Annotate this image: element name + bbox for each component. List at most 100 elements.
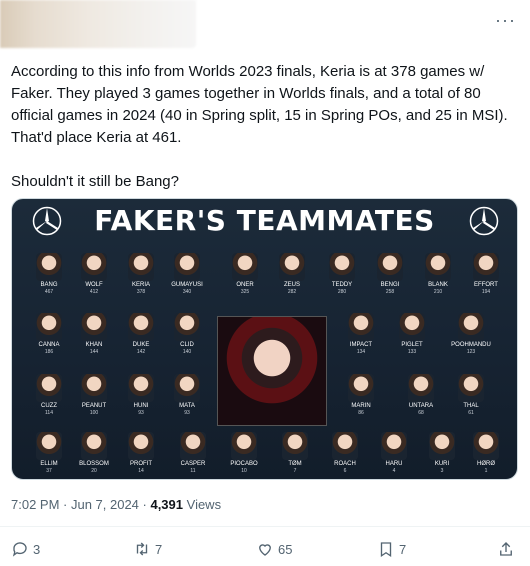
player-avatar — [473, 432, 499, 460]
player-card: BENGI 258 — [367, 253, 413, 295]
player-card: HUNI 93 — [118, 374, 164, 416]
player-avatar — [279, 253, 305, 281]
player-name: MARIN — [351, 403, 371, 409]
bookmark-button[interactable]: 7 — [377, 540, 406, 558]
bookmark-icon — [380, 542, 392, 558]
player-card: ELLIM 37 — [26, 432, 72, 474]
player-card: PIGLET 133 — [389, 313, 435, 355]
player-name: CANNA — [38, 342, 60, 348]
player-name: WOLF — [85, 282, 103, 288]
faker-photo — [217, 316, 327, 426]
player-card: THAL 61 — [448, 374, 494, 416]
reply-count: 3 — [33, 541, 41, 557]
player-name: IMPACT — [349, 342, 373, 348]
media-title: FAKER'S TEAMMATES — [94, 204, 435, 237]
player-avatar — [332, 432, 358, 460]
share-icon — [500, 542, 512, 556]
player-avatar — [381, 432, 407, 460]
player-card: BLANK 210 — [415, 253, 461, 295]
player-game-count: 194 — [481, 289, 491, 295]
player-card: DUKE 142 — [118, 313, 164, 355]
player-game-count: 123 — [466, 349, 476, 355]
player-name: HARU — [385, 461, 403, 467]
player-card: KHAN 144 — [71, 313, 117, 355]
author-blurred[interactable] — [0, 0, 196, 48]
player-game-count: 210 — [433, 289, 443, 295]
player-name: DUKE — [132, 342, 150, 348]
player-game-count: 37 — [46, 468, 52, 474]
player-name: TEDDY — [331, 282, 353, 288]
player-game-count: 4 — [392, 468, 396, 474]
player-card: EFFORT 194 — [463, 253, 509, 295]
bookmark-count: 7 — [399, 541, 407, 557]
player-card: PEANUT 100 — [71, 374, 117, 416]
player-name: PEANUT — [81, 403, 107, 409]
like-count: 65 — [278, 541, 293, 557]
player-card: MATA 93 — [164, 374, 210, 416]
player-card: CASPER 11 — [170, 432, 216, 474]
timestamp-text[interactable]: 7:02 PM · Jun 7, 2024 · — [11, 497, 150, 512]
player-name: CASPER — [180, 461, 206, 467]
player-avatar — [348, 313, 374, 341]
player-game-count: 280 — [337, 289, 347, 295]
player-game-count: 140 — [182, 349, 192, 355]
player-game-count: 1 — [484, 468, 488, 474]
player-game-count: 68 — [418, 410, 424, 416]
player-avatar — [81, 253, 107, 281]
player-name: BLOSSOM — [79, 461, 109, 467]
player-avatar — [36, 432, 62, 460]
player-game-count: 10 — [241, 468, 247, 474]
tweet-timestamp[interactable]: 7:02 PM · Jun 7, 2024 · 4,391 Views — [11, 497, 221, 512]
player-name: ELLIM — [40, 461, 58, 467]
more-icon[interactable]: ··· — [495, 10, 516, 31]
player-card: UNTARA 68 — [398, 374, 444, 416]
player-card: IMPACT 134 — [338, 313, 384, 355]
player-name: PROFIT — [130, 461, 152, 467]
player-game-count: 258 — [385, 289, 395, 295]
player-card: ZEUS 282 — [269, 253, 315, 295]
player-name: ROACH — [334, 461, 356, 467]
player-avatar — [348, 374, 374, 402]
player-card: PIOCABO 10 — [221, 432, 267, 474]
player-name: BANG — [40, 282, 58, 288]
player-card: CLID 140 — [164, 313, 210, 355]
views-count: 4,391 — [150, 497, 184, 512]
player-avatar — [180, 432, 206, 460]
player-card: HARU 4 — [371, 432, 417, 474]
player-avatar — [425, 253, 451, 281]
divider — [0, 526, 530, 527]
player-avatar — [128, 313, 154, 341]
player-avatar — [231, 432, 257, 460]
player-game-count: 325 — [240, 289, 250, 295]
player-name: KERIA — [131, 282, 150, 288]
player-card: BLOSSOM 20 — [71, 432, 117, 474]
player-game-count: 100 — [89, 410, 99, 416]
player-name: PIOCABO — [230, 461, 258, 467]
player-name: HØRØ — [477, 461, 495, 467]
player-avatar — [128, 432, 154, 460]
player-avatar — [282, 432, 308, 460]
player-name: UNTARA — [408, 403, 434, 409]
reply-button[interactable]: 3 — [11, 540, 40, 558]
tweet-header: ··· — [0, 0, 530, 50]
player-game-count: 114 — [45, 410, 53, 416]
player-card: BANG 467 — [26, 253, 72, 295]
player-avatar — [36, 313, 62, 341]
player-game-count: 20 — [91, 468, 97, 474]
like-button[interactable]: 65 — [256, 540, 292, 558]
player-game-count: 7 — [293, 468, 297, 474]
share-button[interactable] — [497, 540, 515, 558]
player-name: BLANK — [428, 282, 448, 288]
player-avatar — [458, 374, 484, 402]
player-game-count: 378 — [136, 289, 146, 295]
retweet-button[interactable]: 7 — [133, 540, 162, 558]
player-card: CUZZ 114 — [26, 374, 72, 416]
retweet-icon — [136, 542, 148, 556]
player-card: KURI 3 — [419, 432, 465, 474]
player-avatar — [458, 313, 484, 341]
player-name: HUNI — [133, 403, 149, 409]
player-game-count: 11 — [190, 468, 196, 474]
player-avatar — [377, 253, 403, 281]
tweet-image[interactable]: FAKER'S TEAMMATES BANG 467 WOLF 412 KERIA 378… — [11, 198, 518, 480]
player-card: MARIN 86 — [338, 374, 384, 416]
